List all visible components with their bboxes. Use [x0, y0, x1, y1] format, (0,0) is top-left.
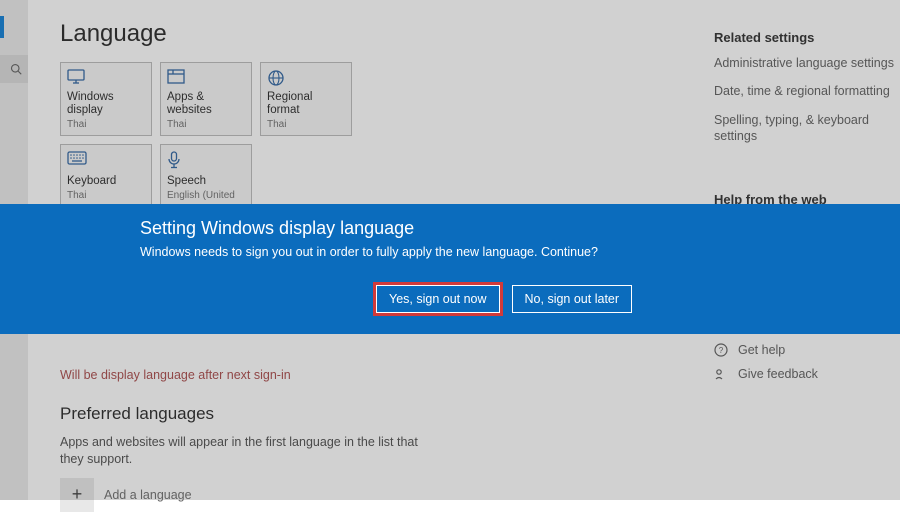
signout-dialog: Setting Windows display language Windows… — [0, 204, 900, 334]
page-title: Language — [60, 20, 700, 48]
plus-icon: + — [60, 478, 94, 512]
link-spelling-typing[interactable]: Spelling, typing, & keyboard settings — [714, 112, 894, 145]
tile-sub: Thai — [167, 119, 245, 129]
tile-apps-websites[interactable]: Apps & websites Thai — [160, 62, 252, 136]
monitor-icon — [67, 69, 145, 89]
tile-sub: Thai — [67, 119, 145, 129]
related-settings-heading: Related settings — [714, 30, 900, 45]
display-language-notice: Will be display language after next sign… — [60, 368, 700, 382]
give-feedback-label: Give feedback — [738, 367, 818, 381]
tile-regional-format[interactable]: Regional format Thai — [260, 62, 352, 136]
tile-label: Speech — [167, 175, 245, 188]
tile-sub: Thai — [267, 119, 345, 129]
mic-icon — [167, 151, 245, 173]
sidebar-accent — [0, 16, 4, 38]
tile-label: Apps & websites — [167, 91, 245, 116]
link-date-time-regional[interactable]: Date, time & regional formatting — [714, 83, 894, 99]
tile-sub: English (United — [167, 190, 245, 201]
tile-windows-display[interactable]: Windows display Thai — [60, 62, 152, 136]
yes-sign-out-button[interactable]: Yes, sign out now — [376, 285, 500, 313]
dialog-message: Windows needs to sign you out in order t… — [140, 245, 900, 259]
tile-label: Keyboard — [67, 175, 145, 188]
feedback-icon — [714, 367, 728, 381]
help-icon: ? — [714, 343, 728, 357]
svg-text:?: ? — [719, 346, 724, 355]
search-icon — [10, 63, 22, 75]
link-admin-language[interactable]: Administrative language settings — [714, 55, 894, 71]
dialog-title: Setting Windows display language — [140, 218, 900, 239]
tile-label: Windows display — [67, 91, 145, 116]
window-icon — [167, 69, 245, 89]
tile-label: Regional format — [267, 91, 345, 116]
preferred-languages-desc: Apps and websites will appear in the fir… — [60, 434, 440, 468]
globe-icon — [267, 69, 345, 89]
tile-row-1: Windows display Thai Apps & websites Tha… — [60, 62, 700, 136]
get-help-label: Get help — [738, 343, 785, 357]
give-feedback-link[interactable]: Give feedback — [714, 367, 900, 381]
add-language-button[interactable]: + Add a language — [60, 478, 700, 512]
get-help-link[interactable]: ? Get help — [714, 343, 900, 357]
keyboard-icon — [67, 151, 145, 173]
no-sign-out-later-button[interactable]: No, sign out later — [512, 285, 633, 313]
search-box[interactable] — [0, 55, 28, 83]
preferred-languages-heading: Preferred languages — [60, 404, 700, 424]
dialog-buttons: Yes, sign out now No, sign out later — [376, 285, 900, 313]
tile-sub: Thai — [67, 190, 145, 201]
